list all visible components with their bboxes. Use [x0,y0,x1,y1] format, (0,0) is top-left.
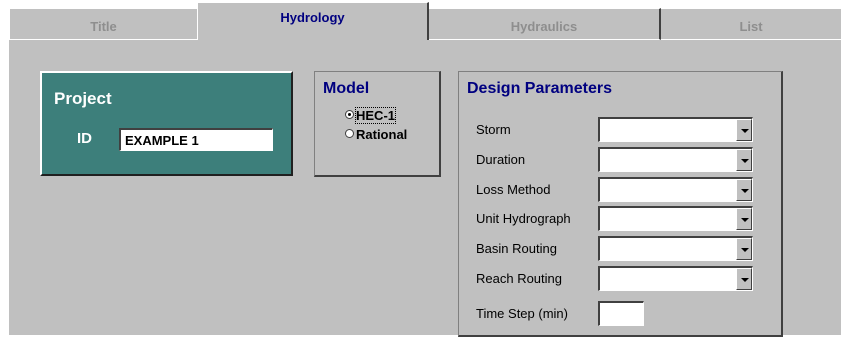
unit-hydrograph-select[interactable] [598,206,753,231]
model-title: Model [323,80,370,97]
model-option-rational[interactable]: Rational [345,127,407,142]
app-window: Title Hydrology Hydraulics List Project … [9,2,841,337]
model-panel: Model HEC-1 Rational [314,71,441,177]
model-option-label: Rational [356,127,408,142]
loss-method-label: Loss Method [476,182,551,197]
loss-method-select[interactable] [598,177,753,202]
model-option-label: HEC-1 [354,107,397,124]
radio-button-icon[interactable] [345,110,354,120]
basin-routing-select[interactable] [598,236,753,261]
time-step-input[interactable] [598,301,644,326]
dropdown-arrow-icon[interactable] [736,208,752,230]
time-step-label: Time Step (min) [476,306,568,321]
radio-button-icon[interactable] [345,129,354,139]
tab-hydrology[interactable]: Hydrology [197,2,429,40]
reach-routing-label: Reach Routing [476,271,562,286]
dropdown-arrow-icon[interactable] [736,119,752,141]
tab-title[interactable]: Title [9,8,197,40]
unit-hydrograph-label: Unit Hydrograph [476,211,571,226]
dropdown-arrow-icon[interactable] [736,268,752,290]
design-parameters-panel: Design Parameters Storm Duration Loss Me… [458,71,783,337]
reach-routing-select[interactable] [598,266,753,291]
dropdown-arrow-icon[interactable] [736,238,752,260]
project-panel: Project ID EXAMPLE 1 [40,71,293,176]
dropdown-arrow-icon[interactable] [736,149,752,171]
storm-select[interactable] [598,117,753,142]
tab-bar: Title Hydrology Hydraulics List [9,2,841,40]
dropdown-arrow-icon[interactable] [736,179,752,201]
basin-routing-label: Basin Routing [476,241,557,256]
storm-label: Storm [476,122,511,137]
project-id-label: ID [77,130,92,147]
tab-hydraulics[interactable]: Hydraulics [429,8,661,40]
design-parameters-title: Design Parameters [467,80,612,97]
duration-label: Duration [476,152,526,167]
project-title: Project [54,89,112,108]
duration-select[interactable] [598,147,753,172]
model-option-hec1[interactable]: HEC-1 [345,107,397,124]
project-id-input[interactable]: EXAMPLE 1 [119,128,273,151]
tab-list[interactable]: List [661,8,841,40]
